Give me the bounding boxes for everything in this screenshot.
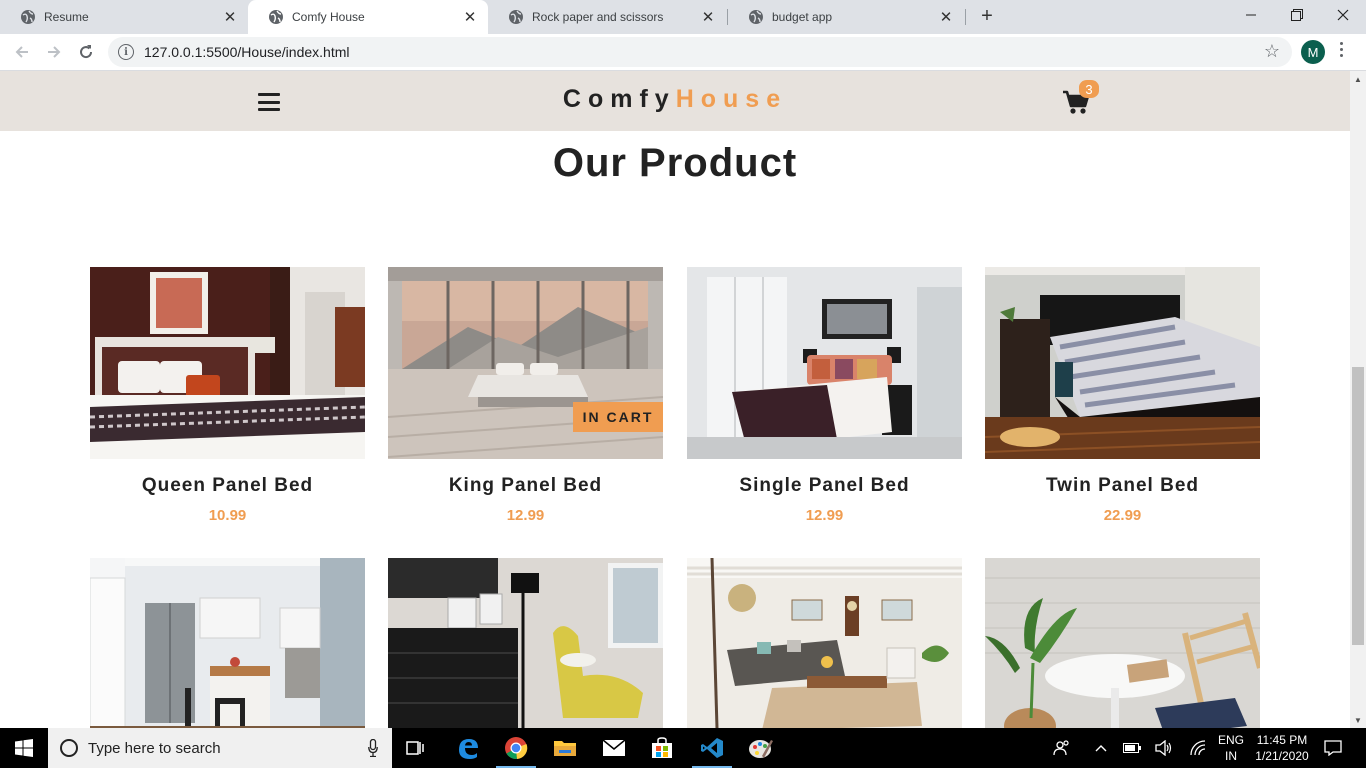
in-cart-badge[interactable]: IN CART	[573, 402, 663, 432]
globe-icon	[748, 9, 764, 25]
search-placeholder: Type here to search	[88, 739, 221, 757]
language-code: ENG	[1217, 733, 1244, 747]
tab-title: budget app	[772, 10, 833, 24]
volume-icon[interactable]	[1152, 728, 1176, 768]
arrow-left-icon	[15, 46, 28, 58]
scroll-down-arrow-icon[interactable]: ▼	[1350, 712, 1366, 728]
show-hidden-icons-chevron-icon[interactable]	[1090, 728, 1112, 768]
tab-title: Comfy House	[292, 10, 365, 24]
browser-tab-strip: Resume ✕ Comfy House ✕ Rock paper and sc…	[0, 0, 1366, 34]
file-explorer-icon[interactable]	[541, 728, 589, 768]
clock-time: 11:45 PM	[1256, 733, 1308, 747]
tab-resume[interactable]: Resume ✕	[0, 0, 248, 34]
product-card: IN CART King Panel Bed 12.99	[388, 267, 663, 524]
product-name: Queen Panel Bed	[141, 475, 314, 496]
section-title: Our Product	[552, 141, 798, 185]
product-image[interactable]	[90, 558, 365, 728]
input-language-indicator[interactable]: ENG IN	[1214, 732, 1248, 764]
restore-button[interactable]	[1274, 0, 1320, 30]
tab-title: Resume	[44, 10, 89, 24]
page-viewport: ComfyHouse 3 Our Product Queen Panel Bed…	[0, 71, 1350, 728]
forward-button[interactable]	[42, 40, 66, 64]
close-icon[interactable]: ✕	[462, 8, 478, 26]
product-price: 10.99	[208, 507, 247, 524]
site-navbar: ComfyHouse 3	[0, 71, 1350, 131]
close-icon[interactable]: ✕	[700, 8, 716, 26]
product-price: 12.99	[506, 507, 545, 524]
tab-rock-paper-scissors[interactable]: Rock paper and scissors ✕	[488, 0, 726, 34]
store-icon[interactable]	[638, 728, 686, 768]
scrollbar-thumb[interactable]	[1352, 367, 1364, 645]
minimize-button[interactable]	[1228, 0, 1274, 30]
product-card	[687, 558, 962, 728]
clock[interactable]: 11:45 PM 1/21/2020	[1250, 732, 1314, 764]
address-bar[interactable]: i 127.0.0.1:5500/House/index.html ☆	[108, 37, 1292, 67]
tab-title: Rock paper and scissors	[532, 10, 664, 24]
product-card	[388, 558, 663, 728]
new-tab-button[interactable]: +	[976, 5, 998, 27]
product-image[interactable]	[687, 267, 962, 459]
edge-browser-icon[interactable]	[444, 728, 492, 768]
reload-icon	[80, 45, 93, 59]
clock-date: 1/21/2020	[1255, 749, 1309, 763]
globe-icon	[268, 9, 284, 25]
tab-budget-app[interactable]: budget app ✕	[728, 0, 964, 34]
url-text: 127.0.0.1:5500/House/index.html	[144, 44, 350, 60]
vscode-icon[interactable]	[688, 728, 736, 768]
action-center-icon[interactable]	[1320, 728, 1346, 768]
start-button[interactable]	[0, 728, 48, 768]
product-card: Queen Panel Bed 10.99	[90, 267, 365, 524]
product-image[interactable]: IN CART	[388, 267, 663, 459]
windows-logo-icon	[15, 739, 33, 757]
close-icon[interactable]: ✕	[938, 8, 954, 26]
arrow-right-icon	[48, 46, 61, 58]
people-icon[interactable]	[1050, 728, 1074, 768]
logo-part-house: House	[675, 85, 788, 113]
mail-icon[interactable]	[590, 728, 638, 768]
chrome-icon[interactable]	[492, 728, 540, 768]
tab-divider	[965, 9, 966, 25]
reload-button[interactable]	[74, 40, 98, 64]
browser-toolbar: i 127.0.0.1:5500/House/index.html ☆ M	[0, 34, 1366, 71]
windows-taskbar: Type here to search ENG IN 11:45 PM 1/21…	[0, 728, 1366, 768]
scroll-up-arrow-icon[interactable]: ▲	[1350, 71, 1366, 87]
product-image[interactable]	[90, 267, 365, 459]
product-name: King Panel Bed	[448, 475, 603, 496]
product-card	[985, 558, 1260, 728]
product-card: Single Panel Bed 12.99	[687, 267, 962, 524]
microphone-icon[interactable]	[368, 739, 378, 757]
bookmark-star-icon[interactable]: ☆	[1264, 41, 1280, 62]
battery-icon[interactable]	[1120, 728, 1144, 768]
globe-icon	[20, 9, 36, 25]
close-icon[interactable]: ✕	[222, 8, 238, 26]
product-card: Twin Panel Bed 22.99	[985, 267, 1260, 524]
product-price: 22.99	[1103, 507, 1142, 524]
back-button[interactable]	[10, 40, 34, 64]
task-view-icon[interactable]	[392, 728, 440, 768]
browser-menu-icon[interactable]	[1336, 42, 1346, 57]
tab-comfy-house[interactable]: Comfy House ✕	[248, 0, 488, 34]
paint-icon[interactable]	[737, 728, 785, 768]
region-code: IN	[1225, 749, 1237, 763]
info-icon[interactable]: i	[118, 44, 134, 60]
taskbar-search-input[interactable]: Type here to search	[48, 728, 392, 768]
page-scrollbar[interactable]: ▲ ▼	[1350, 71, 1366, 728]
site-logo: ComfyHouse	[0, 85, 1350, 114]
product-card	[90, 558, 365, 728]
product-name: Twin Panel Bed	[1045, 475, 1199, 496]
cortana-icon	[60, 739, 78, 757]
product-image[interactable]	[985, 267, 1260, 459]
product-name: Single Panel Bed	[739, 475, 910, 496]
profile-avatar[interactable]: M	[1301, 40, 1325, 64]
wifi-icon[interactable]	[1186, 728, 1210, 768]
globe-icon	[508, 9, 524, 25]
close-window-button[interactable]	[1320, 0, 1366, 30]
product-image[interactable]	[985, 558, 1260, 728]
product-image[interactable]	[687, 558, 962, 728]
product-price: 12.99	[805, 507, 844, 524]
cart-count-badge: 3	[1079, 80, 1099, 98]
product-image[interactable]	[388, 558, 663, 728]
logo-part-comfy: Comfy	[562, 85, 676, 113]
